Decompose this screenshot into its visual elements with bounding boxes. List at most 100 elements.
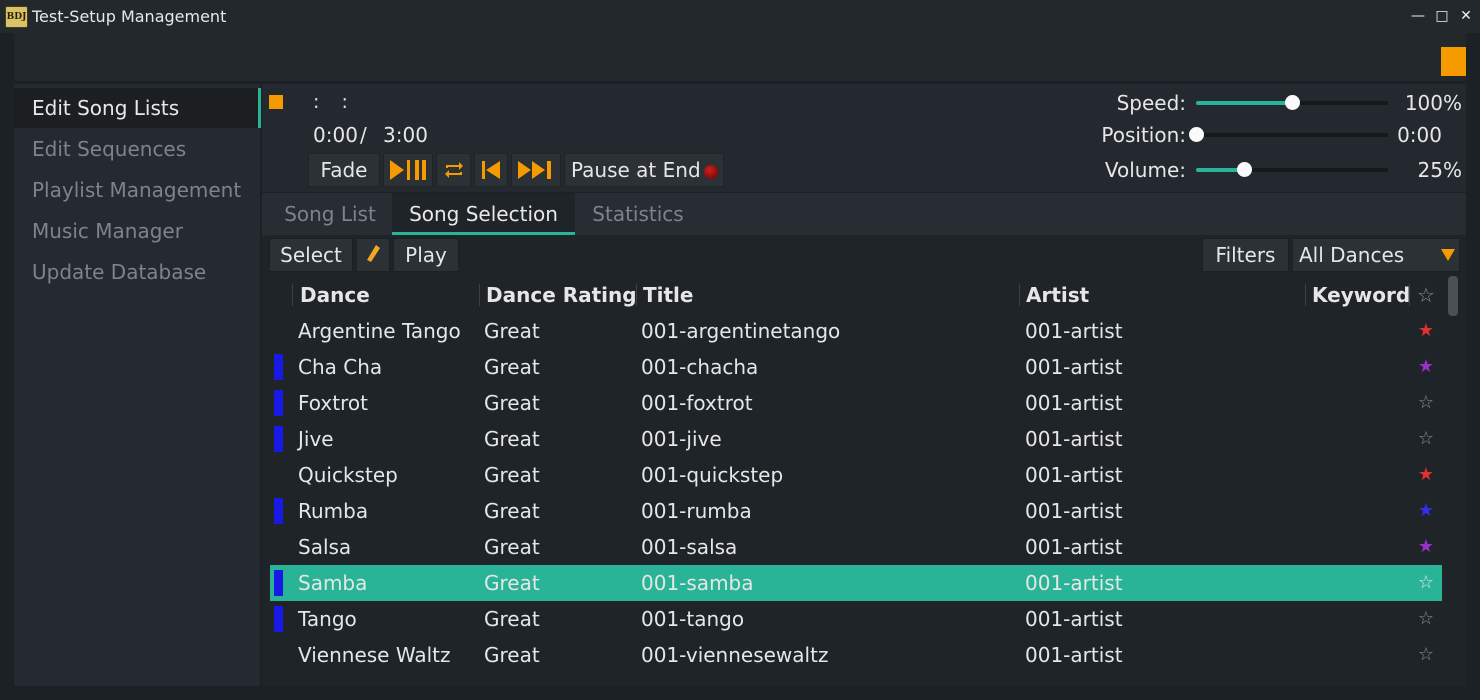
table-row[interactable]: Quickstep Great 001-quickstep 001-artist ★ xyxy=(270,457,1442,493)
position-slider-handle[interactable] xyxy=(1189,127,1204,142)
position-slider[interactable] xyxy=(1189,127,1388,142)
favorite-star-icon[interactable]: ☆ xyxy=(1416,421,1436,457)
song-info: : : xyxy=(313,91,356,113)
favorite-star-icon[interactable]: ☆ xyxy=(1416,385,1436,421)
previous-button[interactable] xyxy=(474,153,508,187)
column-separator xyxy=(292,284,293,306)
minimize-icon[interactable]: — xyxy=(1408,6,1428,26)
rating-cell: Great xyxy=(484,319,540,343)
dance-marker xyxy=(274,498,283,524)
sidebar-item-playlist-management[interactable]: Playlist Management xyxy=(14,170,260,210)
table-row[interactable]: Argentine Tango Great 001-argentinetango 00… xyxy=(270,313,1442,349)
column-header-title[interactable]: Title xyxy=(643,280,693,310)
table-row[interactable]: Samba Great 001-samba 001-artist ☆ xyxy=(270,565,1442,601)
column-header-dance[interactable]: Dance xyxy=(300,280,370,310)
time-total: 3:00 xyxy=(383,123,428,147)
artist-cell: 001-artist xyxy=(1025,607,1123,631)
table-row[interactable]: Cha Cha Great 001-chacha 001-artist ★ xyxy=(270,349,1442,385)
table-scrollbar[interactable] xyxy=(1448,276,1458,316)
table-row[interactable]: Foxtrot Great 001-foxtrot 001-artist ☆ xyxy=(270,385,1442,421)
speed-slider[interactable] xyxy=(1196,95,1388,110)
column-header-artist[interactable]: Artist xyxy=(1026,280,1089,310)
tab-song-list[interactable]: Song List xyxy=(272,193,388,235)
volume-slider[interactable] xyxy=(1196,162,1388,177)
status-indicator-icon xyxy=(269,95,283,109)
favorite-star-icon[interactable]: ★ xyxy=(1416,457,1436,493)
repeat-icon xyxy=(444,162,463,178)
next-button[interactable] xyxy=(511,153,561,187)
table-row[interactable]: Jive Great 001-jive 001-artist ☆ xyxy=(270,421,1442,457)
close-icon[interactable]: ✕ xyxy=(1456,6,1476,26)
favorite-star-icon[interactable]: ☆ xyxy=(1416,637,1436,673)
edit-button[interactable] xyxy=(356,238,390,272)
tab-song-selection[interactable]: Song Selection xyxy=(392,193,575,235)
column-header-keyword[interactable]: Keyword xyxy=(1312,280,1410,310)
favorite-star-icon[interactable]: ★ xyxy=(1416,493,1436,529)
favorite-star-icon[interactable]: ★ xyxy=(1416,313,1436,349)
dance-cell: Cha Cha xyxy=(298,355,383,379)
title-cell: 001-chacha xyxy=(641,355,759,379)
artist-cell: 001-artist xyxy=(1025,643,1123,667)
title-cell: 001-argentinetango xyxy=(641,319,841,343)
sidebar-item-edit-song-lists[interactable]: Edit Song Lists xyxy=(14,88,260,128)
volume-value: 25% xyxy=(1417,158,1462,182)
dance-filter-select[interactable]: All Dances xyxy=(1292,238,1460,272)
column-header-favorite-icon[interactable]: ☆ xyxy=(1416,280,1436,310)
marquee-toggle-icon[interactable] xyxy=(1441,47,1466,76)
table-row[interactable]: Rumba Great 001-rumba 001-artist ★ xyxy=(270,493,1442,529)
table-row[interactable]: Viennese Waltz Great 001-viennesewaltz 001-… xyxy=(270,637,1442,673)
fade-button[interactable]: Fade xyxy=(308,153,380,187)
speed-value: 100% xyxy=(1404,91,1462,115)
tab-statistics[interactable]: Statistics xyxy=(580,193,696,235)
select-button[interactable]: Select xyxy=(269,238,353,272)
column-separator xyxy=(479,284,480,306)
volume-slider-handle[interactable] xyxy=(1237,162,1252,177)
top-strip xyxy=(14,33,1466,81)
dance-cell: Jive xyxy=(298,427,334,451)
dance-marker xyxy=(274,570,283,596)
title-cell: 001-foxtrot xyxy=(641,391,753,415)
play-button[interactable]: Play xyxy=(393,238,459,272)
sidebar-item-edit-sequences[interactable]: Edit Sequences xyxy=(14,129,260,169)
artist-cell: 001-artist xyxy=(1025,427,1123,451)
rating-cell: Great xyxy=(484,355,540,379)
rating-cell: Great xyxy=(484,391,540,415)
pause-at-end-button[interactable]: Pause at End xyxy=(564,153,724,187)
favorite-star-icon[interactable]: ☆ xyxy=(1416,565,1436,601)
play-pause-button[interactable] xyxy=(383,153,433,187)
title-cell: 001-samba xyxy=(641,571,754,595)
artist-cell: 001-artist xyxy=(1025,319,1123,343)
rating-cell: Great xyxy=(484,499,540,523)
dance-cell: Argentine Tango xyxy=(298,319,461,343)
sidebar-active-indicator xyxy=(258,88,261,128)
speed-slider-handle[interactable] xyxy=(1285,95,1300,110)
dance-cell: Tango xyxy=(298,607,357,631)
favorite-star-icon[interactable]: ★ xyxy=(1416,349,1436,385)
title-cell: 001-tango xyxy=(641,607,745,631)
favorite-star-icon[interactable]: ★ xyxy=(1416,529,1436,565)
column-header-dance-rating[interactable]: Dance Rating xyxy=(486,280,637,310)
artist-cell: 001-artist xyxy=(1025,463,1123,487)
repeat-button[interactable] xyxy=(436,153,471,187)
title-cell: 001-quickstep xyxy=(641,463,784,487)
rating-cell: Great xyxy=(484,535,540,559)
time-current: 0:00 xyxy=(313,123,358,147)
favorite-star-icon[interactable]: ☆ xyxy=(1416,601,1436,637)
sidebar-item-music-manager[interactable]: Music Manager xyxy=(14,211,260,251)
maximize-icon[interactable]: □ xyxy=(1432,6,1452,26)
table-row[interactable]: Salsa Great 001-salsa 001-artist ★ xyxy=(270,529,1442,565)
title-cell: 001-rumba xyxy=(641,499,752,523)
skip-back-icon xyxy=(482,161,500,179)
dance-cell: Foxtrot xyxy=(298,391,368,415)
dance-marker xyxy=(274,426,283,452)
dance-marker xyxy=(274,354,283,380)
dance-cell: Viennese Waltz xyxy=(298,643,451,667)
dance-filter-value: All Dances xyxy=(1299,243,1405,267)
filters-button[interactable]: Filters xyxy=(1202,238,1289,272)
sidebar-item-update-database[interactable]: Update Database xyxy=(14,252,260,292)
table-row[interactable]: Tango Great 001-tango 001-artist ☆ xyxy=(270,601,1442,637)
speed-slider-fill xyxy=(1196,101,1292,105)
time-separator: / xyxy=(360,123,367,147)
column-separator xyxy=(636,284,637,306)
artist-cell: 001-artist xyxy=(1025,571,1123,595)
